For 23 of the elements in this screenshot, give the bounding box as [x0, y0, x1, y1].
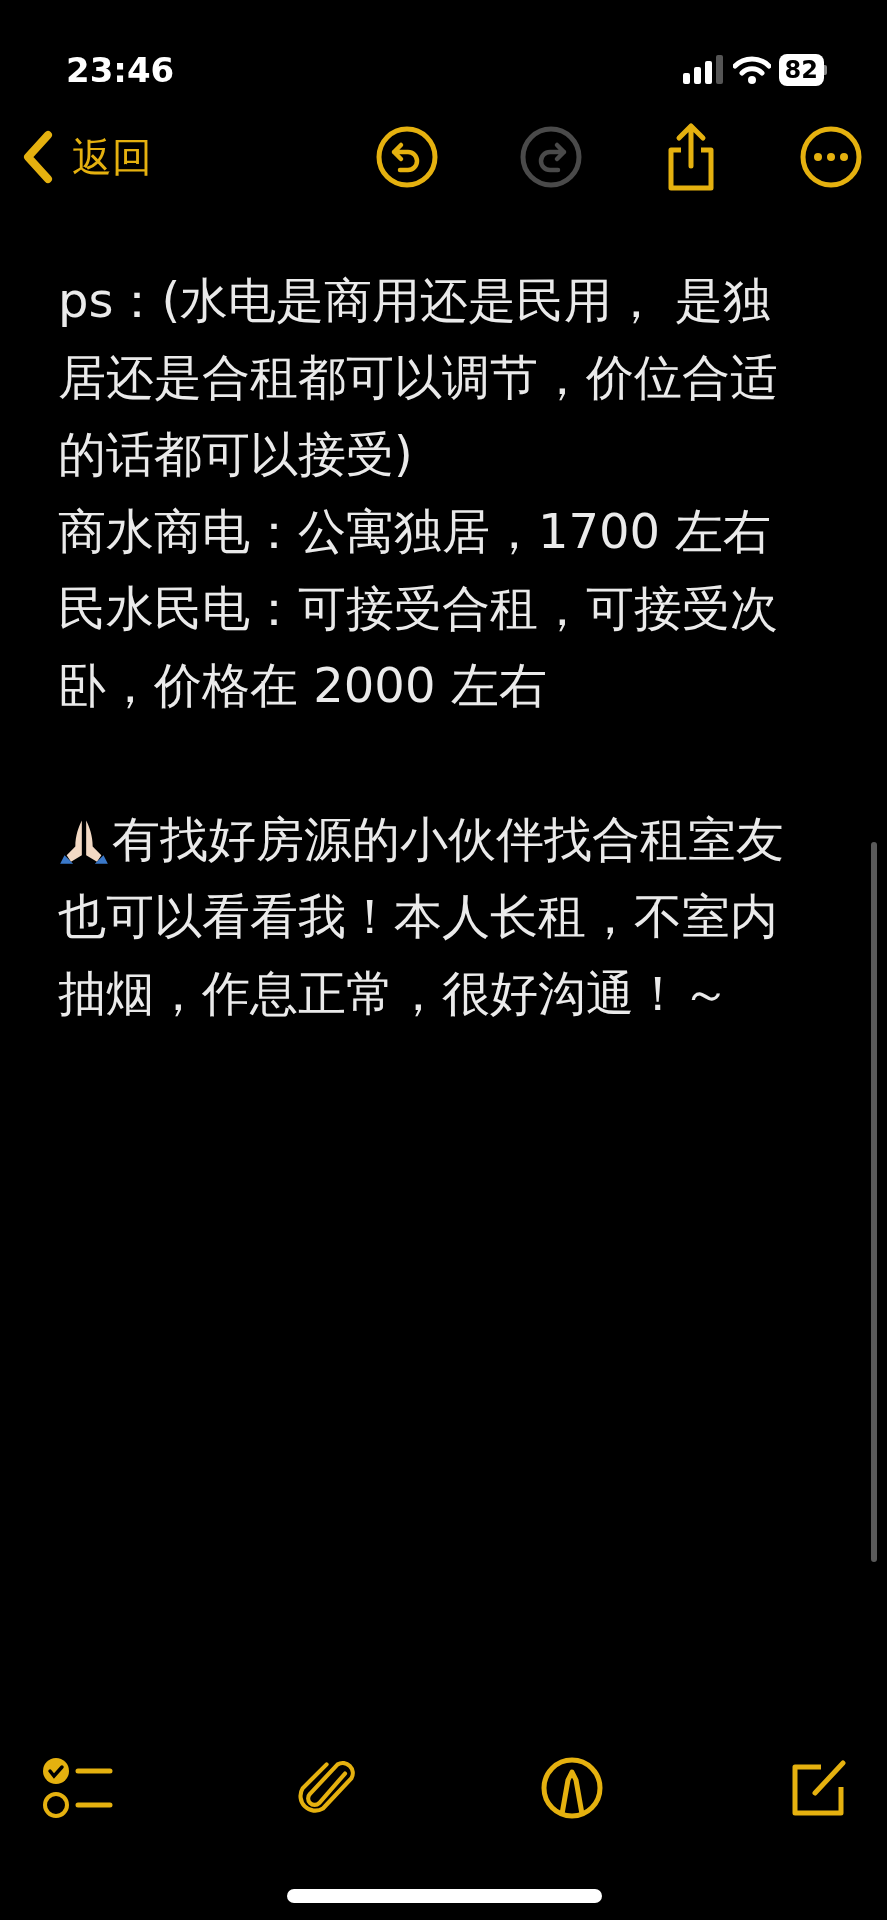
note-text-line: 商水商电：公寓独居，1700 左右: [58, 502, 772, 561]
note-text-line: 的话都可以接受): [58, 425, 413, 484]
markup-button[interactable]: [540, 1756, 604, 1820]
undo-button[interactable]: [375, 125, 439, 189]
note-text-line: 卧，价格在 2000 左右: [58, 656, 547, 715]
note-text-line: ps：(水电是商用还是民用， 是独: [58, 271, 772, 330]
note-text-line: 民水民电：可接受合租，可接受次: [58, 579, 778, 638]
more-button[interactable]: [799, 125, 863, 189]
pen-tip-icon: [540, 1756, 604, 1820]
checklist-button[interactable]: [42, 1755, 114, 1821]
battery-icon: 82: [778, 54, 824, 86]
back-button[interactable]: 返回: [20, 127, 152, 187]
signal-icon: [682, 55, 725, 85]
wifi-icon: [732, 56, 771, 84]
note-text-line: 也可以看看我！本人长租，不室内: [58, 887, 778, 946]
undo-icon: [375, 125, 439, 189]
checklist-icon: [42, 1755, 114, 1821]
note-text-line: 居还是合租都可以调节，价位合适: [58, 348, 778, 407]
redo-icon: [519, 125, 583, 189]
note-text-line: 抽烟，作息正常，很好沟通！～: [58, 964, 730, 1023]
more-icon: [799, 125, 863, 189]
clock-time: 23:46: [66, 48, 175, 92]
note-text-line: 有找好房源的小伙伴找合租室友: [112, 810, 784, 869]
